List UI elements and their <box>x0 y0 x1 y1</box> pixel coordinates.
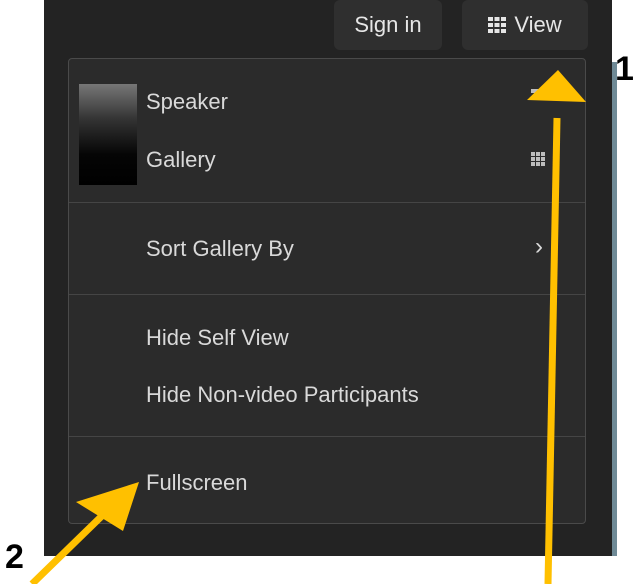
annotation-marker-2: 2 <box>5 538 24 576</box>
annotation-marker-1: 1 <box>615 50 634 88</box>
annotation-arrows <box>29 70 586 584</box>
arrow-to-view-button <box>527 70 586 584</box>
arrow-to-fullscreen <box>29 482 139 584</box>
